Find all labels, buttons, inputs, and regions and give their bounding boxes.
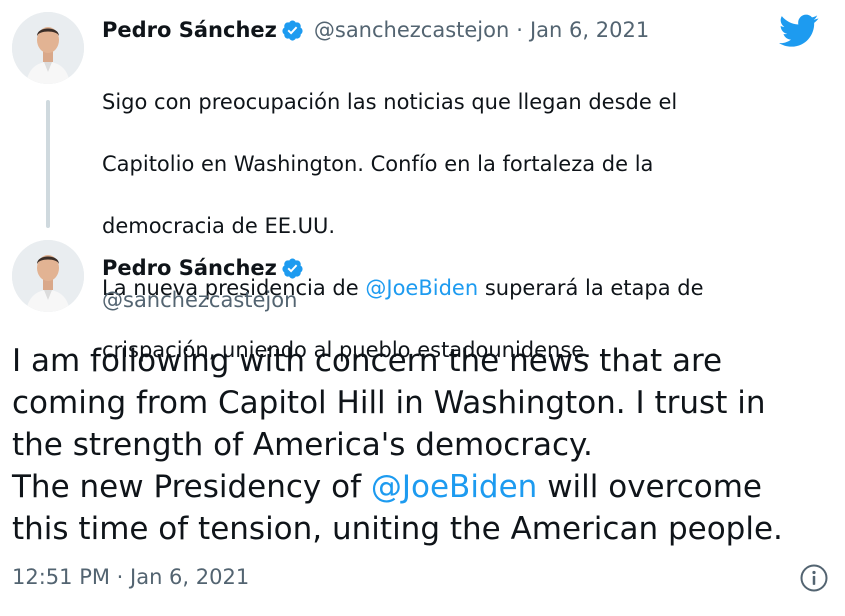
text-segment: superará la etapa de [478, 276, 704, 300]
text-line: coming from Capitol Hill in Washington. … [12, 385, 766, 421]
quoted-tweet-header: Pedro Sánchez @sanchezcastejon · Jan 6, … [102, 18, 649, 42]
tweet-timestamp[interactable]: 12:51 PM · Jan 6, 2021 [12, 565, 249, 589]
verified-badge-icon [281, 19, 304, 42]
text-line: Sigo con preocupación las noticias que l… [102, 90, 678, 114]
verified-badge-icon [281, 257, 304, 280]
text-line: Capitolio en Washington. Confío en la fo… [102, 152, 654, 176]
author-name[interactable]: Pedro Sánchez [102, 18, 277, 42]
separator-dot: · [516, 18, 523, 42]
text-line: the strength of America's democracy. [12, 427, 593, 463]
text-line: The new Presidency of @JoeBiden will ove… [12, 466, 783, 508]
tweet-date[interactable]: Jan 6, 2021 [530, 18, 649, 42]
text-line: democracia de EE.UU. [102, 214, 336, 238]
main-tweet-text: I am following with concern the news tha… [12, 340, 783, 550]
thread-connector-line [46, 100, 50, 228]
avatar[interactable] [12, 240, 84, 312]
mention-link[interactable]: @JoeBiden [365, 276, 478, 300]
main-tweet-handle-row: @sanchezcastejon [102, 288, 297, 312]
info-icon[interactable] [799, 563, 829, 593]
text-segment: will overcome [537, 469, 762, 505]
text-line: this time of tension, uniting the Americ… [12, 511, 783, 547]
mention-link[interactable]: @JoeBiden [371, 469, 537, 505]
twitter-bird-icon[interactable] [779, 14, 819, 48]
avatar[interactable] [12, 12, 84, 84]
text-segment: The new Presidency of [12, 469, 371, 505]
main-tweet-author: Pedro Sánchez [102, 256, 304, 280]
text-line: I am following with concern the news tha… [12, 343, 723, 379]
author-handle[interactable]: @sanchezcastejon [314, 18, 509, 42]
author-name[interactable]: Pedro Sánchez [102, 256, 277, 280]
author-handle[interactable]: @sanchezcastejon [102, 288, 297, 312]
